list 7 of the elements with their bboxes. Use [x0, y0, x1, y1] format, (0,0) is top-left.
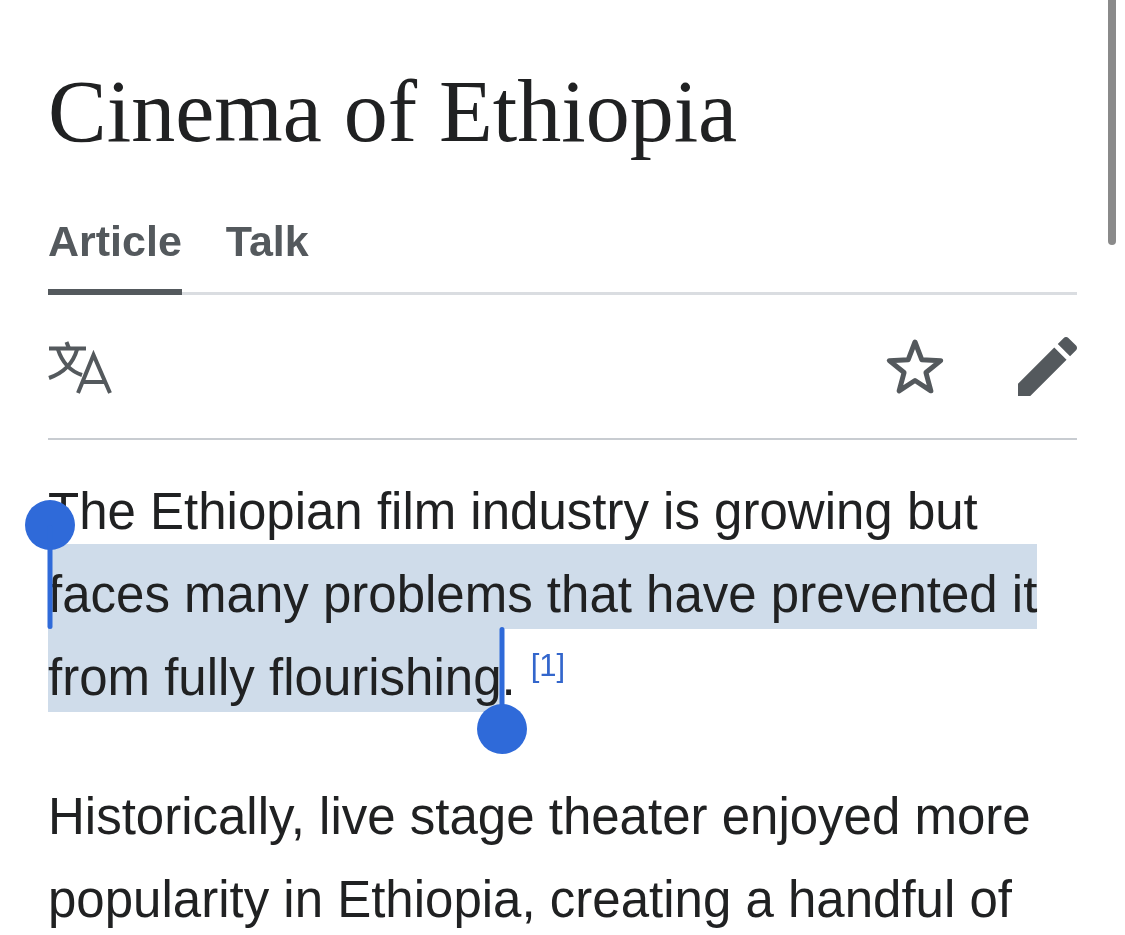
paragraph: Historically, live stage theater enjoyed more popularity in Ethiopia, creating a handful of [48, 787, 1032, 930]
pencil-icon[interactable] [1018, 337, 1077, 396]
star-icon[interactable] [884, 337, 946, 396]
tab[interactable]: Talk [225, 220, 309, 295]
language-icon[interactable] [48, 339, 112, 394]
tab[interactable]: Article [48, 220, 182, 295]
footnote-link[interactable]: [1] [530, 648, 566, 684]
